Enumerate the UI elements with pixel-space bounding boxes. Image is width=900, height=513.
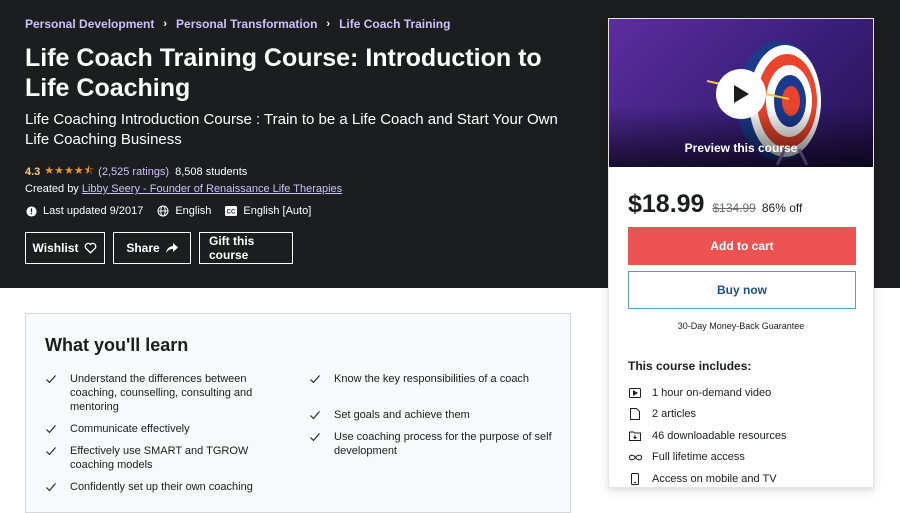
course-meta: Last updated 9/2017 English CC English […	[25, 205, 325, 217]
learn-item-text: Effectively use SMART and TGROW coaching…	[70, 445, 249, 471]
purchase-card: Preview this course $18.99 $134.99 86% o…	[608, 18, 874, 488]
rating-value: 4.3	[25, 165, 41, 178]
check-icon	[310, 375, 320, 384]
breadcrumb: Personal Development › Personal Transfor…	[25, 17, 450, 31]
learn-item-text: Set goals and achieve them	[334, 409, 470, 421]
wishlist-label: Wishlist	[32, 241, 79, 255]
includes-item: Full lifetime access	[628, 447, 787, 469]
check-icon	[46, 375, 56, 384]
check-icon	[46, 447, 56, 456]
preview-label: Preview this course	[684, 141, 798, 155]
share-label: Share	[126, 241, 160, 255]
learn-item: Confidently set up their own coaching	[45, 480, 290, 494]
learn-item: Understand the differences between coach…	[45, 372, 290, 414]
add-to-cart-button[interactable]: Add to cart	[628, 227, 856, 265]
check-icon	[310, 433, 320, 442]
learn-item-text: Use coaching process for the purpose of …	[334, 431, 552, 457]
price-row: $18.99 $134.99 86% off	[628, 190, 802, 219]
what-you-will-learn: What you'll learn Understand the differe…	[25, 313, 571, 513]
star-rating-icon: ★★★★⯪	[44, 165, 95, 177]
video-icon	[628, 387, 642, 398]
includes-item: 1 hour on-demand video	[628, 382, 787, 404]
course-subtitle: Life Coaching Introduction Course : Trai…	[25, 111, 558, 148]
svg-text:CC: CC	[227, 210, 236, 216]
course-title: Life Coach Training Course: Introduction…	[25, 44, 542, 102]
play-icon	[734, 85, 749, 103]
captions: CC English [Auto]	[225, 205, 311, 217]
learn-list-right: Know the key responsibilities of a coach…	[309, 372, 554, 466]
ratings-count-link[interactable]: (2,525 ratings)	[98, 166, 169, 178]
includes-item: 46 downloadable resources	[628, 425, 787, 447]
instructor-link[interactable]: Libby Seery - Founder of Renaissance Lif…	[82, 183, 342, 195]
alert-circle-icon	[25, 205, 37, 217]
includes-item-text: 2 articles	[652, 408, 697, 421]
breadcrumb-item[interactable]: Personal Transformation	[176, 17, 317, 31]
learn-item: Communicate effectively	[45, 422, 290, 436]
wishlist-button[interactable]: Wishlist	[25, 232, 105, 264]
includes-item-text: 46 downloadable resources	[652, 429, 787, 442]
chevron-right-icon: ›	[163, 18, 168, 30]
created-by-label: Created by	[25, 183, 79, 195]
file-icon	[628, 408, 642, 421]
includes-item-text: Full lifetime access	[652, 451, 745, 464]
learn-item: Use coaching process for the purpose of …	[309, 430, 554, 458]
breadcrumb-item[interactable]: Personal Development	[25, 17, 154, 31]
includes-list: 1 hour on-demand video 2 articles 46 dow…	[628, 382, 787, 490]
includes-item: Access on mobile and TV	[628, 468, 787, 490]
last-updated-text: Last updated 9/2017	[43, 205, 144, 217]
learn-item-text: Communicate effectively	[70, 423, 190, 435]
rating-row: 4.3 ★★★★⯪ (2,525 ratings) 8,508 students	[25, 162, 247, 181]
created-by: Created by Libby Seery - Founder of Rena…	[25, 183, 342, 195]
breadcrumb-item[interactable]: Life Coach Training	[339, 17, 450, 31]
buy-now-button[interactable]: Buy now	[628, 271, 856, 309]
heart-icon	[84, 242, 97, 254]
learn-item-text: Understand the differences between coach…	[70, 373, 253, 413]
gift-course-button[interactable]: Gift this course	[199, 232, 293, 264]
globe-icon	[157, 205, 169, 217]
share-button[interactable]: Share	[113, 232, 191, 264]
infinity-icon	[628, 454, 642, 461]
current-price: $18.99	[628, 190, 705, 218]
money-back-guarantee: 30-Day Money-Back Guarantee	[677, 321, 805, 331]
includes-heading: This course includes:	[628, 359, 752, 373]
language: English	[157, 205, 211, 217]
learn-item: Effectively use SMART and TGROW coaching…	[45, 444, 290, 472]
play-button[interactable]	[716, 69, 766, 119]
learn-item-text: Know the key responsibilities of a coach	[334, 373, 530, 385]
original-price: $134.99	[712, 201, 756, 215]
students-count: 8,508 students	[175, 165, 248, 178]
chevron-right-icon: ›	[326, 18, 331, 30]
course-preview[interactable]: Preview this course	[609, 19, 873, 167]
learn-item: Know the key responsibilities of a coach	[309, 372, 554, 386]
share-arrow-icon	[165, 243, 178, 253]
captions-text: English [Auto]	[243, 205, 312, 217]
action-buttons: Wishlist Share Gift this course	[25, 232, 301, 264]
includes-item: 2 articles	[628, 404, 787, 426]
closed-captions-icon: CC	[225, 205, 238, 217]
folder-icon	[628, 431, 642, 441]
check-icon	[46, 425, 56, 434]
check-icon	[310, 411, 320, 420]
learn-heading: What you'll learn	[45, 335, 189, 355]
language-text: English	[175, 205, 212, 217]
learn-item: Set goals and achieve them	[309, 408, 554, 422]
discount-percent: 86% off	[761, 201, 803, 215]
includes-item-text: 1 hour on-demand video	[652, 386, 772, 399]
last-updated: Last updated 9/2017	[25, 205, 143, 217]
